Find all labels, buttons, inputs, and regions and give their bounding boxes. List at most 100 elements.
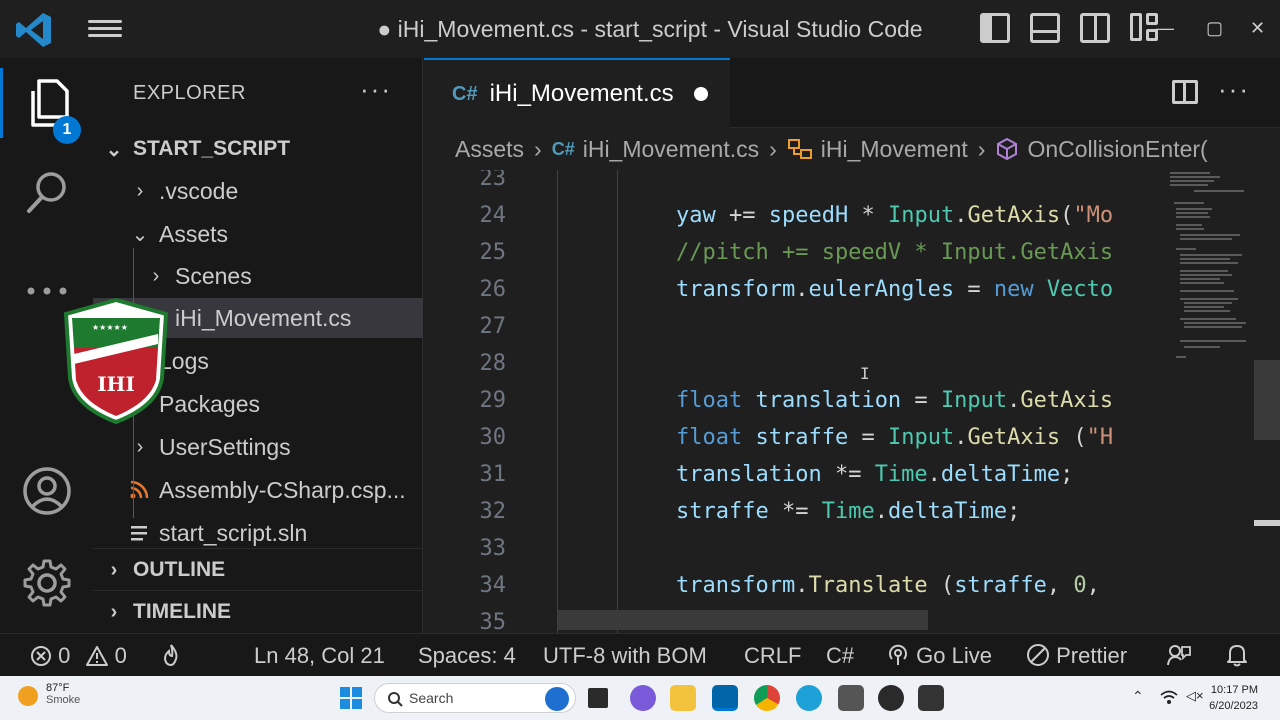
rss-icon (130, 480, 149, 499)
folder-root[interactable]: ⌄ START_SCRIPT (93, 129, 423, 169)
maximize-button[interactable]: ▢ (1206, 18, 1223, 39)
editor-more-button[interactable]: ··· (1218, 74, 1250, 105)
outline-section[interactable]: › OUTLINE (93, 550, 423, 590)
toggle-secondary-sidebar-icon[interactable] (1080, 13, 1110, 43)
breadcrumb-separator: › (534, 135, 542, 162)
line-ending[interactable]: CRLF (744, 643, 801, 669)
explorer-activity[interactable]: 1 (0, 68, 93, 144)
tree-item-sln[interactable]: start_script.sln (93, 513, 423, 553)
indentation[interactable]: Spaces: 4 (418, 643, 516, 669)
title-bar: ● iHi_Movement.cs - start_script - Visua… (0, 0, 1280, 58)
vscode-taskbar-icon[interactable] (712, 685, 738, 711)
unity-hub-icon[interactable] (838, 685, 864, 711)
unsaved-dot-icon[interactable] (693, 87, 708, 101)
code-editor[interactable]: 23 24 25 26 27 28 29 30 31 32 33 34 35 y… (424, 170, 1280, 633)
prettier-button[interactable]: Prettier (1026, 643, 1127, 669)
chevron-right-icon: › (110, 600, 118, 623)
minimize-button[interactable]: — (1156, 18, 1174, 39)
csharp-icon: C# (452, 82, 478, 105)
tree-item-scenes[interactable]: › Scenes (93, 256, 423, 296)
language-mode[interactable]: C# (826, 643, 854, 669)
breadcrumb-assets[interactable]: Assets (455, 136, 524, 163)
breadcrumb-file[interactable]: iHi_Movement.cs (583, 136, 759, 163)
code-line-31[interactable]: translation *= Time.deltaTime; (676, 462, 1073, 487)
line-number: 24 (479, 203, 507, 228)
feedback-icon[interactable] (1166, 643, 1192, 673)
tree-item-label: Packages (159, 390, 261, 417)
method-icon (997, 137, 1018, 161)
tree-item-vscode[interactable]: › .vscode (93, 171, 423, 211)
app-icon[interactable] (878, 685, 904, 711)
editor-tab-bar: C# iHi_Movement.cs ··· (424, 58, 1280, 128)
account-icon (22, 467, 71, 515)
ellipsis-icon (27, 287, 66, 295)
encoding[interactable]: UTF-8 with BOM (543, 643, 707, 669)
bing-icon[interactable] (545, 687, 569, 711)
vertical-scrollbar[interactable] (1254, 360, 1280, 440)
explorer-badge: 1 (53, 116, 81, 144)
code-line-30[interactable]: float straffe = Input.GetAxis ("H (676, 425, 1113, 450)
error-icon (31, 646, 51, 666)
show-hidden-icons-icon[interactable]: ⌃ (1132, 688, 1144, 705)
chrome-icon[interactable] (754, 685, 780, 711)
line-number: 28 (479, 351, 507, 376)
explorer-more-button[interactable]: ··· (360, 74, 392, 105)
go-live-label: Go Live (916, 643, 992, 668)
tree-item-assets[interactable]: ⌄ Assets (93, 214, 423, 254)
chevron-right-icon: › (110, 558, 118, 581)
code-line-25[interactable]: //pitch += speedV * Input.GetAxis (676, 240, 1113, 265)
code-line-26[interactable]: transform.eulerAngles = new Vecto (676, 277, 1113, 302)
breadcrumb-separator: › (977, 135, 986, 162)
explorer-header: EXPLORER (133, 82, 246, 104)
accounts-activity[interactable] (0, 456, 93, 526)
timeline-section[interactable]: › TIMELINE (93, 592, 423, 632)
file-explorer-icon[interactable] (670, 685, 696, 711)
line-number: 23 (479, 170, 507, 191)
volume-icon[interactable]: ◁× (1186, 688, 1204, 704)
split-editor-icon[interactable] (1172, 80, 1198, 104)
windows-taskbar: 87°F Smoke Search ⌃ ◁× 10:17 PM 6/20/202… (0, 676, 1280, 720)
tree-item-csproj[interactable]: Assembly-CSharp.csp... (93, 470, 423, 510)
minimap[interactable] (1164, 170, 1254, 370)
close-button[interactable]: ✕ (1250, 18, 1265, 39)
text-cursor-icon: I (860, 364, 870, 383)
taskbar-clock[interactable]: 10:17 PM 6/20/2023 (1209, 682, 1258, 714)
section-label: TIMELINE (133, 600, 231, 623)
code-line-29[interactable]: float translation = Input.GetAxis (676, 388, 1113, 413)
code-line-24[interactable]: yaw += speedH * Input.GetAxis("Mo (676, 203, 1113, 228)
unity-icon[interactable] (918, 685, 944, 711)
problems-indicator[interactable]: 0 0 (30, 643, 127, 669)
gear-icon (23, 559, 70, 607)
wifi-icon[interactable] (1160, 690, 1178, 706)
taskbar-search[interactable]: Search (374, 683, 576, 713)
section-label: OUTLINE (133, 558, 226, 581)
breadcrumb-class[interactable]: iHi_Movement (821, 136, 968, 163)
search-activity[interactable] (0, 158, 93, 228)
edge-icon[interactable] (796, 685, 822, 711)
teams-chat-icon[interactable] (630, 685, 656, 711)
toggle-panel-icon[interactable] (1030, 13, 1060, 43)
windows-start-icon[interactable] (338, 685, 364, 711)
tree-item-usersettings[interactable]: › UserSettings (93, 427, 423, 467)
settings-activity[interactable] (0, 548, 93, 618)
chevron-down-icon: ⌄ (131, 223, 149, 246)
toggle-primary-sidebar-icon[interactable] (980, 13, 1010, 43)
tree-item-label: iHi_Movement.cs (175, 304, 352, 331)
breadcrumb-method[interactable]: OnCollisionEnter( (1027, 136, 1207, 163)
csharp-icon: C# (551, 138, 575, 159)
code-line-34[interactable]: transform.Translate (straffe, 0, (676, 573, 1100, 598)
code-line-32[interactable]: straffe *= Time.deltaTime; (676, 499, 1020, 524)
weather-widget[interactable]: 87°F Smoke (46, 682, 80, 706)
flame-icon[interactable] (160, 643, 182, 673)
weather-icon[interactable] (18, 686, 38, 706)
tree-item-label: Assembly-CSharp.csp... (159, 476, 406, 503)
cursor-position[interactable]: Ln 48, Col 21 (254, 643, 385, 669)
task-view-icon[interactable] (588, 688, 608, 708)
clock-date: 6/20/2023 (1209, 700, 1258, 712)
go-live-button[interactable]: Go Live (886, 643, 992, 669)
horizontal-scrollbar[interactable] (558, 610, 928, 630)
tab-movement-cs[interactable]: C# iHi_Movement.cs (424, 58, 730, 128)
folder-label: START_SCRIPT (133, 137, 291, 160)
indent-guide (557, 170, 558, 633)
notifications-bell-icon[interactable] (1226, 643, 1248, 673)
